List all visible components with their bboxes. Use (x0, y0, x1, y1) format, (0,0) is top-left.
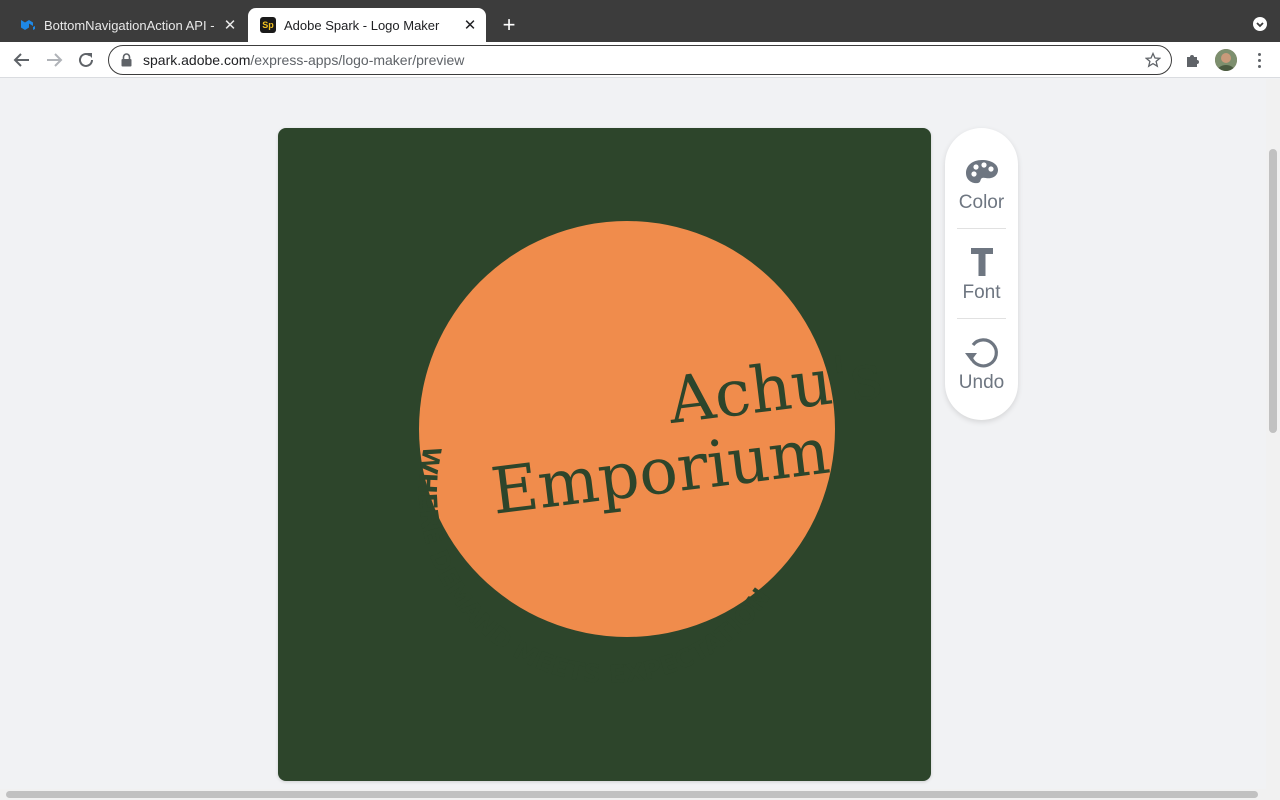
new-tab-button[interactable]: + (496, 12, 522, 38)
browser-menu-icon[interactable] (1250, 51, 1268, 69)
logo-artwork: Achu's Emporium WHERE DEMAND MEETS EXPEC… (413, 221, 887, 689)
font-button[interactable]: Font (945, 218, 1018, 308)
undo-icon (964, 334, 1000, 370)
horizontal-scroll-thumb[interactable] (6, 791, 1258, 798)
undo-button[interactable]: Undo (945, 308, 1018, 398)
close-tab-icon[interactable]: ✕ (218, 13, 242, 37)
color-button[interactable]: Color (945, 128, 1018, 218)
forward-icon[interactable] (42, 48, 66, 72)
adobe-spark-icon: Sp (260, 17, 276, 33)
reload-icon[interactable] (74, 48, 98, 72)
text-t-icon (964, 244, 1000, 280)
extensions-puzzle-icon[interactable] (1184, 51, 1202, 69)
tab-strip: BottomNavigationAction API - | ✕ Sp Adob… (0, 0, 1280, 42)
tab-adobe-spark[interactable]: Sp Adobe Spark - Logo Maker ✕ (248, 8, 486, 42)
url-text: spark.adobe.com/express-apps/logo-maker/… (143, 52, 1145, 68)
scrollbar-corner (1266, 789, 1280, 800)
tab-title: Adobe Spark - Logo Maker (284, 17, 440, 33)
horizontal-scrollbar[interactable] (0, 789, 1266, 800)
bookmark-star-icon[interactable] (1145, 51, 1163, 69)
url-host: spark.adobe.com (143, 52, 251, 68)
profile-avatar[interactable] (1215, 49, 1237, 71)
palette-icon (964, 154, 1000, 190)
logo-canvas[interactable]: Achu's Emporium WHERE DEMAND MEETS EXPEC… (278, 128, 931, 781)
vertical-scroll-thumb[interactable] (1269, 149, 1277, 433)
url-path: /express-apps/logo-maker/preview (250, 52, 465, 68)
close-tab-icon[interactable]: ✕ (458, 13, 482, 37)
color-label: Color (958, 192, 1005, 213)
logo-tool-panel: Color Font Undo (945, 128, 1018, 420)
tab-search-icon[interactable] (1252, 16, 1268, 32)
address-bar[interactable]: spark.adobe.com/express-apps/logo-maker/… (108, 45, 1172, 75)
font-label: Font (962, 282, 1001, 303)
undo-label: Undo (958, 372, 1005, 393)
browser-toolbar: spark.adobe.com/express-apps/logo-maker/… (0, 42, 1280, 78)
tab-bottom-navigation-action[interactable]: BottomNavigationAction API - | ✕ (8, 8, 246, 42)
page-content: Achu's Emporium WHERE DEMAND MEETS EXPEC… (0, 79, 1266, 789)
mui-logo-icon (20, 17, 36, 33)
vertical-scrollbar[interactable] (1266, 79, 1280, 789)
back-icon[interactable] (10, 48, 34, 72)
tab-title: BottomNavigationAction API - | (44, 17, 218, 33)
lock-icon (121, 53, 133, 67)
